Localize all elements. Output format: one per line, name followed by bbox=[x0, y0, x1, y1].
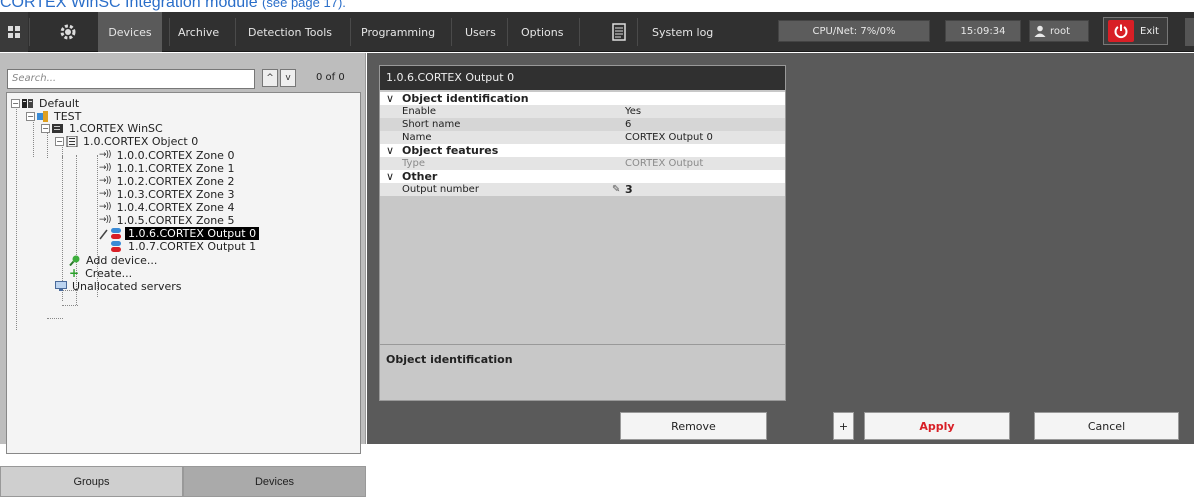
document-caption: CORTEX WinSC Integration module (see pag… bbox=[0, 0, 1194, 12]
tree-node-zone[interactable]: →)) 1.0.5.CORTEX Zone 5 bbox=[99, 214, 237, 227]
tree-node-zone[interactable]: →)) 1.0.2.CORTEX Zone 2 bbox=[99, 175, 237, 188]
edit-pencil-icon: ✎ bbox=[612, 184, 621, 195]
computer-icon bbox=[37, 111, 48, 122]
search-device-icon bbox=[69, 255, 80, 266]
tree-node-zone[interactable]: →)) 1.0.0.CORTEX Zone 0 bbox=[99, 149, 237, 162]
tab-detection-tools[interactable]: Detection Tools bbox=[248, 12, 332, 52]
user-icon bbox=[1034, 25, 1046, 37]
cpu-net-indicator: CPU/Net: 7%/0% bbox=[778, 20, 930, 42]
add-device-link[interactable]: Add device... bbox=[69, 254, 160, 267]
remove-button[interactable]: Remove bbox=[620, 412, 767, 440]
unallocated-server-icon bbox=[55, 281, 67, 291]
zone-icon: →)) bbox=[99, 163, 112, 173]
tab-devices-tree[interactable]: Devices bbox=[183, 466, 366, 497]
property-short-name[interactable]: Short name 6 bbox=[380, 118, 785, 131]
tree-node-server[interactable]: − 1.CORTEX WinSC bbox=[41, 122, 166, 135]
group-object-features[interactable]: ∨ Object features bbox=[380, 144, 785, 157]
chevron-down-icon[interactable]: ∨ bbox=[386, 144, 394, 157]
zone-icon: →)) bbox=[99, 150, 112, 160]
settings-gear-icon[interactable] bbox=[52, 12, 84, 52]
top-navigation-bar: Devices Archive Detection Tools Programm… bbox=[0, 12, 1194, 52]
device-tree-panel: Search... ^ v 0 of 0 − Default − TEST − … bbox=[0, 53, 366, 497]
output-icon bbox=[110, 240, 122, 253]
device-tree: − Default − TEST − 1.CORTEX WinSC − 1.0.… bbox=[6, 92, 361, 454]
system-log-icon[interactable] bbox=[612, 12, 626, 52]
property-output-number[interactable]: Output number ✎ 3 bbox=[380, 183, 785, 196]
cancel-button[interactable]: Cancel bbox=[1034, 412, 1179, 440]
tree-node-zone[interactable]: →)) 1.0.1.CORTEX Zone 1 bbox=[99, 162, 237, 175]
group-icon bbox=[22, 99, 33, 108]
property-name[interactable]: Name CORTEX Output 0 bbox=[380, 131, 785, 144]
zone-icon: →)) bbox=[99, 215, 112, 225]
search-next-button[interactable]: v bbox=[280, 69, 296, 87]
server-icon bbox=[52, 124, 63, 133]
layouts-grid-icon[interactable] bbox=[0, 12, 28, 52]
tree-node-zone[interactable]: →)) 1.0.4.CORTEX Zone 4 bbox=[99, 201, 237, 214]
tree-node-object[interactable]: − 1.0.CORTEX Object 0 bbox=[55, 135, 201, 148]
collapse-icon[interactable]: − bbox=[55, 137, 64, 146]
group-object-identification[interactable]: ∨ Object identification bbox=[380, 92, 785, 105]
tree-node-unallocated[interactable]: Unallocated servers bbox=[55, 280, 185, 293]
zone-icon: →)) bbox=[99, 189, 112, 199]
properties-panel: 1.0.6.CORTEX Output 0 ∨ Object identifica… bbox=[379, 65, 786, 401]
search-match-count: 0 of 0 bbox=[316, 72, 345, 83]
tab-archive[interactable]: Archive bbox=[178, 12, 219, 52]
tab-system-log[interactable]: System log bbox=[652, 12, 713, 52]
property-type: Type CORTEX Output bbox=[380, 157, 785, 170]
chevron-down-icon[interactable]: ∨ bbox=[386, 92, 394, 105]
tab-options[interactable]: Options bbox=[521, 12, 563, 52]
chevron-down-icon[interactable]: ∨ bbox=[386, 170, 394, 183]
tab-users[interactable]: Users bbox=[465, 12, 496, 52]
tab-groups[interactable]: Groups bbox=[0, 466, 183, 497]
plus-icon: + bbox=[69, 266, 80, 280]
search-prev-button[interactable]: ^ bbox=[262, 69, 278, 87]
tab-programming[interactable]: Programming bbox=[361, 12, 435, 52]
collapse-icon[interactable]: − bbox=[26, 112, 35, 121]
page-reference[interactable]: (see page 17). bbox=[262, 0, 346, 10]
tree-node-zone[interactable]: →)) 1.0.3.CORTEX Zone 3 bbox=[99, 188, 237, 201]
description-area: Object identification bbox=[380, 344, 785, 400]
panel-icon bbox=[66, 136, 78, 147]
tree-node-output[interactable]: 1.0.7.CORTEX Output 1 bbox=[110, 240, 259, 253]
properties-title: 1.0.6.CORTEX Output 0 bbox=[380, 66, 785, 90]
zone-icon: →)) bbox=[99, 202, 112, 212]
output-icon bbox=[110, 227, 122, 240]
user-indicator[interactable]: root bbox=[1029, 20, 1089, 42]
tab-devices[interactable]: Devices bbox=[98, 12, 162, 52]
exit-button[interactable]: Exit bbox=[1103, 17, 1168, 45]
create-link[interactable]: + Create... bbox=[69, 267, 135, 280]
clock: 15:09:34 bbox=[945, 20, 1021, 42]
collapse-icon[interactable]: − bbox=[41, 124, 50, 133]
properties-area: 1.0.6.CORTEX Output 0 ∨ Object identifica… bbox=[367, 53, 1194, 444]
edit-pencil-icon bbox=[99, 229, 108, 239]
add-button[interactable]: + bbox=[833, 412, 854, 440]
power-icon bbox=[1108, 20, 1134, 42]
zone-icon: →)) bbox=[99, 176, 112, 186]
property-enable[interactable]: Enable Yes bbox=[380, 105, 785, 118]
group-other[interactable]: ∨ Other bbox=[380, 170, 785, 183]
collapse-icon[interactable]: − bbox=[11, 99, 20, 108]
tree-node-output-selected[interactable]: 1.0.6.CORTEX Output 0 bbox=[99, 227, 260, 240]
tree-node-default[interactable]: − Default bbox=[11, 97, 82, 110]
search-input[interactable]: Search... bbox=[7, 69, 255, 89]
apply-button[interactable]: Apply bbox=[864, 412, 1010, 440]
